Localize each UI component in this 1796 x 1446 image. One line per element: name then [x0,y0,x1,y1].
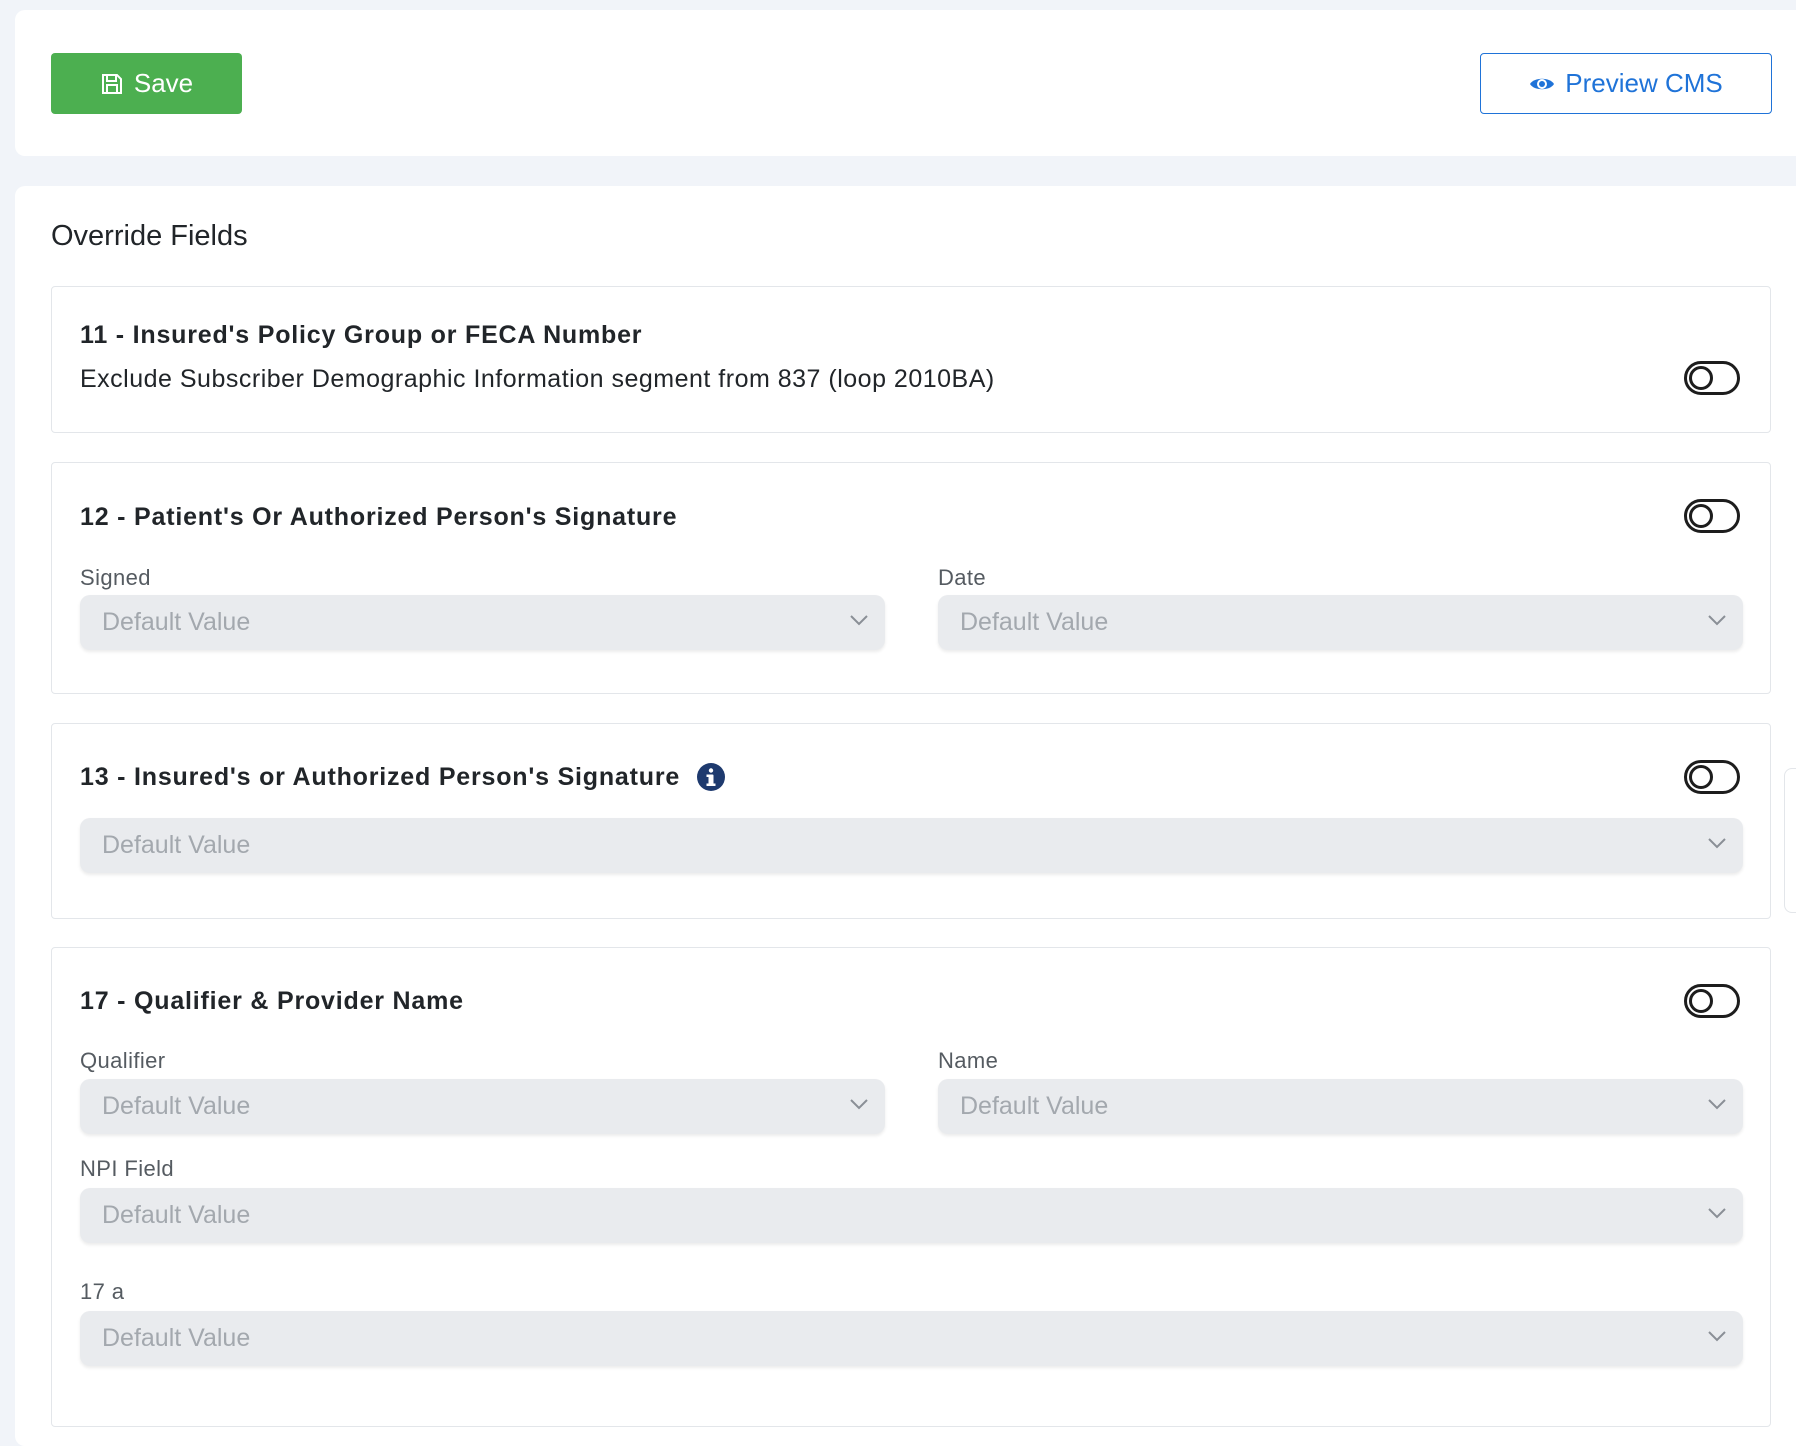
side-panel-edge [1784,768,1796,913]
field-17-toggle[interactable] [1684,984,1740,1018]
npi-field-placeholder: Default Value [102,1201,251,1229]
field-card-13: 13 - Insured's or Authorized Person's Si… [51,723,1771,919]
section-title: Override Fields [51,220,248,252]
signed-label: Signed [80,565,151,590]
signed-placeholder: Default Value [102,608,251,636]
floppy-disk-icon [101,73,122,94]
name-select[interactable]: Default Value [938,1079,1743,1134]
field-11-toggle[interactable] [1684,361,1740,395]
signed-select[interactable]: Default Value [80,595,885,650]
field-13-toggle[interactable] [1684,760,1740,794]
date-select[interactable]: Default Value [938,595,1743,650]
signature-select[interactable]: Default Value [80,818,1743,873]
field-title: 13 - Insured's or Authorized Person's Si… [80,762,726,792]
chevron-down-icon [1708,615,1726,626]
field-17a-select[interactable]: Default Value [80,1311,1743,1366]
signature-placeholder: Default Value [102,831,251,859]
field-17a-label: 17 a [80,1279,125,1304]
date-placeholder: Default Value [960,608,1109,636]
field-title: 17 - Qualifier & Provider Name [80,987,464,1015]
save-button[interactable]: Save [51,53,242,114]
field-card-11: 11 - Insured's Policy Group or FECA Numb… [51,286,1771,433]
field-card-12: 12 - Patient's Or Authorized Person's Si… [51,462,1771,694]
chevron-down-icon [1708,1099,1726,1110]
field-17a-placeholder: Default Value [102,1324,251,1352]
chevron-down-icon [850,615,868,626]
field-title-text: 13 - Insured's or Authorized Person's Si… [80,762,681,791]
preview-cms-button[interactable]: Preview CMS [1480,53,1772,114]
npi-field-select[interactable]: Default Value [80,1188,1743,1243]
chevron-down-icon [850,1099,868,1110]
field-title: 11 - Insured's Policy Group or FECA Numb… [80,321,643,349]
info-icon[interactable] [696,762,726,792]
field-12-toggle[interactable] [1684,499,1740,533]
preview-cms-label: Preview CMS [1565,68,1723,98]
npi-field-label: NPI Field [80,1156,175,1181]
date-label: Date [938,565,987,590]
field-description: Exclude Subscriber Demographic Informati… [80,365,995,393]
chevron-down-icon [1708,1208,1726,1219]
chevron-down-icon [1708,1331,1726,1342]
qualifier-placeholder: Default Value [102,1092,251,1120]
save-button-label: Save [133,68,194,98]
qualifier-select[interactable]: Default Value [80,1079,885,1134]
field-title: 12 - Patient's Or Authorized Person's Si… [80,503,678,531]
chevron-down-icon [1708,838,1726,849]
eye-icon [1530,78,1555,89]
name-label: Name [938,1048,999,1073]
name-placeholder: Default Value [960,1092,1109,1120]
qualifier-label: Qualifier [80,1048,166,1073]
field-card-17: 17 - Qualifier & Provider Name Qualifier… [51,947,1771,1427]
